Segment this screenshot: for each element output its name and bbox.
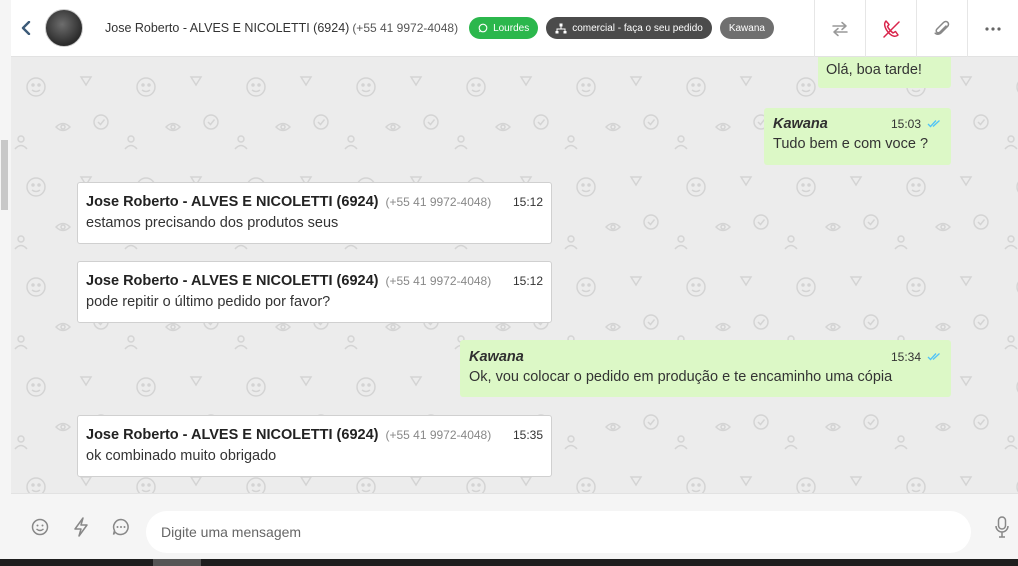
message-text: Olá, boa tarde! — [826, 62, 922, 78]
contact-phone: (+55 41 9972-4048) — [352, 21, 459, 35]
chat-header: Jose Roberto - ALVES E NICOLETTI (6924) … — [11, 0, 1018, 57]
message-bubble-outgoing[interactable]: Olá, boa tarde! — [818, 57, 951, 88]
tag-label: comercial - faça o seu pedido — [572, 22, 703, 34]
read-ticks-icon — [927, 120, 940, 128]
bottom-taskbar — [0, 559, 1018, 566]
message-time: 15:12 — [512, 195, 543, 209]
message-sender: Kawana — [469, 349, 524, 365]
message-bubble-incoming[interactable]: Jose Roberto - ALVES E NICOLETTI (6924) … — [77, 261, 552, 323]
message-text: ok combinado muito obrigado — [86, 448, 277, 464]
message-time: 15:03 — [890, 117, 921, 131]
end-call-button[interactable] — [865, 0, 916, 57]
message-text: estamos precisando dos produtos seus — [86, 215, 339, 231]
chevron-left-icon — [21, 21, 31, 35]
read-ticks-icon — [927, 353, 940, 361]
message-sender: Jose Roberto - ALVES E NICOLETTI (6924) — [86, 427, 379, 443]
message-sender-phone: (+55 41 9972-4048) — [385, 428, 492, 442]
more-icon — [985, 26, 1001, 31]
tag-label: Kawana — [728, 22, 765, 34]
avatar[interactable] — [45, 9, 83, 47]
message-composer — [11, 493, 1018, 559]
lightning-button[interactable] — [70, 516, 92, 538]
emoji-button[interactable] — [29, 516, 51, 538]
chat-area[interactable]: Olá, boa tarde! Kawana 15:03 Tudo bem e … — [11, 57, 1018, 493]
microphone-button[interactable] — [991, 516, 1013, 538]
tag-queue-lourdes[interactable]: Lourdes — [469, 17, 539, 39]
transfer-icon — [832, 21, 848, 36]
back-button[interactable] — [11, 0, 41, 57]
transfer-button[interactable] — [814, 0, 865, 57]
taskbar-segment — [153, 559, 201, 566]
attachment-button[interactable] — [916, 0, 967, 57]
message-text: pode repitir o último pedido por favor? — [86, 294, 331, 310]
quick-reply-button[interactable] — [110, 516, 132, 538]
tag-agent-kawana[interactable]: Kawana — [719, 17, 774, 39]
message-sender: Jose Roberto - ALVES E NICOLETTI (6924) — [86, 194, 379, 210]
whatsapp-icon — [478, 23, 488, 33]
message-time: 15:35 — [512, 428, 543, 442]
attachment-icon — [934, 20, 950, 35]
tag-label: Lourdes — [493, 22, 530, 34]
lightning-icon — [74, 517, 88, 537]
message-sender-phone: (+55 41 9972-4048) — [385, 195, 492, 209]
sitemap-icon — [555, 23, 567, 33]
message-bubble-incoming[interactable]: Jose Roberto - ALVES E NICOLETTI (6924) … — [77, 415, 552, 477]
message-bubble-outgoing[interactable]: Kawana 15:34 Ok, vou colocar o pedido em… — [460, 340, 951, 397]
message-bubble-incoming[interactable]: Jose Roberto - ALVES E NICOLETTI (6924) … — [77, 182, 552, 244]
message-sender-phone: (+55 41 9972-4048) — [385, 274, 492, 288]
header-actions — [814, 0, 1018, 57]
message-text: Tudo bem e com voce ? — [773, 136, 929, 152]
tag-department[interactable]: comercial - faça o seu pedido — [546, 17, 712, 39]
scrollbar-thumb[interactable] — [1, 140, 8, 210]
more-button[interactable] — [967, 0, 1018, 57]
message-input[interactable] — [146, 511, 971, 553]
message-time: 15:12 — [512, 274, 543, 288]
message-time: 15:34 — [890, 350, 921, 364]
emoji-icon — [31, 518, 49, 536]
message-sender: Kawana — [773, 116, 828, 132]
message-sender: Jose Roberto - ALVES E NICOLETTI (6924) — [86, 273, 379, 289]
contact-name: Jose Roberto - ALVES E NICOLETTI (6924) — [105, 21, 350, 35]
message-text: Ok, vou colocar o pedido em produção e t… — [469, 369, 893, 385]
end-call-icon — [883, 19, 900, 38]
microphone-icon — [995, 516, 1009, 538]
message-bubble-outgoing[interactable]: Kawana 15:03 Tudo bem e com voce ? — [764, 108, 951, 165]
quick-reply-icon — [112, 518, 129, 536]
